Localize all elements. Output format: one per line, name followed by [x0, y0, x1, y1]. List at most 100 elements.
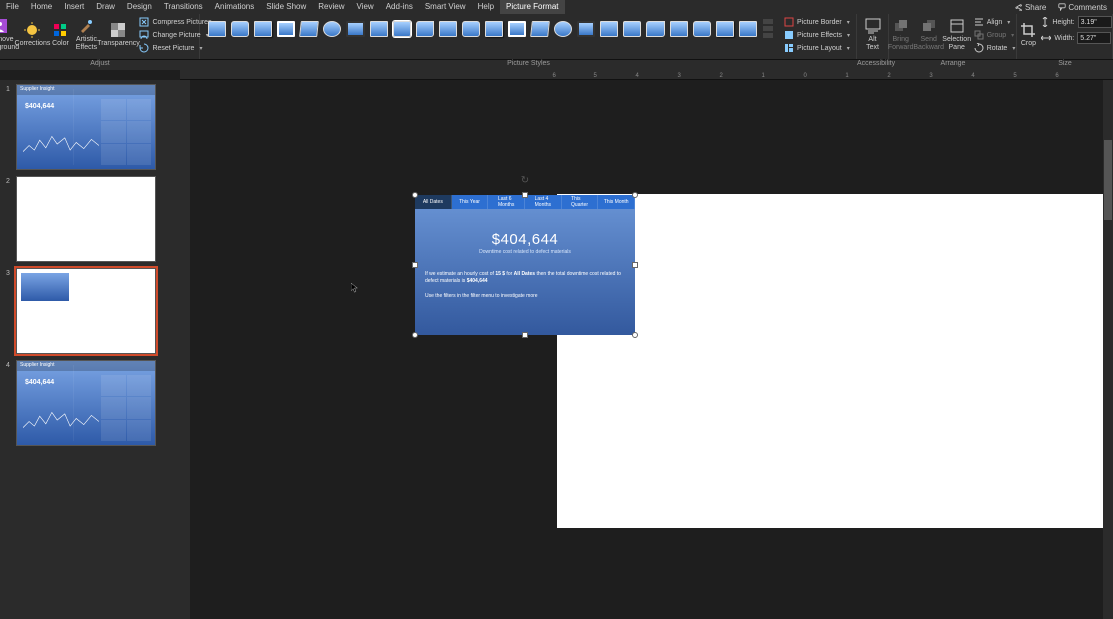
menu-bar: File Home Insert Draw Design Transitions… — [0, 0, 1113, 14]
rotation-handle[interactable]: ↻ — [521, 175, 529, 186]
artistic-label: Artistic Effects — [76, 36, 97, 51]
layout-icon — [784, 43, 794, 53]
comments-button[interactable]: Comments — [1052, 3, 1113, 12]
transparency-icon — [110, 22, 126, 38]
tab-animations[interactable]: Animations — [209, 0, 261, 14]
picture-subtitle: Downtime cost related to defect material… — [415, 249, 635, 255]
crop-button[interactable]: Crop — [1017, 16, 1039, 54]
style-thumb[interactable] — [369, 20, 389, 38]
slide-thumbnail-panel[interactable]: 1 Supplier Insight $404,644 2 3 4 Suppli… — [0, 80, 180, 619]
remove-background-button[interactable]: Remove Background — [0, 16, 15, 54]
slide-thumb-4[interactable]: 4 Supplier Insight $404,644 — [6, 360, 174, 446]
tab-picture-format[interactable]: Picture Format — [500, 0, 564, 14]
share-button[interactable]: Share — [1009, 3, 1052, 12]
resize-handle-se[interactable] — [632, 332, 638, 338]
resize-handle-ne[interactable] — [632, 192, 638, 198]
resize-handle-s[interactable] — [522, 332, 528, 338]
align-label: Align — [987, 19, 1003, 26]
tab-view[interactable]: View — [351, 0, 380, 14]
slide-thumb-2[interactable]: 2 — [6, 176, 174, 262]
style-thumb[interactable] — [230, 20, 250, 38]
style-thumb[interactable] — [207, 20, 227, 38]
style-thumb[interactable] — [276, 20, 296, 38]
tab-slideshow[interactable]: Slide Show — [260, 0, 312, 14]
crop-icon — [1020, 22, 1036, 38]
alt-text-label: Alt Text — [866, 36, 879, 51]
color-button[interactable]: Color — [49, 16, 71, 54]
tab-draw[interactable]: Draw — [90, 0, 121, 14]
style-thumb[interactable] — [576, 20, 596, 38]
slide[interactable] — [557, 194, 1112, 528]
style-thumb[interactable] — [645, 20, 665, 38]
thumb-preview[interactable] — [16, 268, 156, 354]
send-backward-button[interactable]: Send Backward — [916, 16, 942, 54]
artistic-effects-button[interactable]: Artistic Effects — [73, 16, 99, 54]
slide-thumb-1[interactable]: 1 Supplier Insight $404,644 — [6, 84, 174, 170]
picture-bignum: $404,644 — [415, 231, 635, 248]
style-thumb[interactable] — [553, 20, 573, 38]
resize-handle-e[interactable] — [632, 262, 638, 268]
selection-pane-icon — [949, 18, 965, 34]
picture-border-button[interactable]: Picture Border — [782, 16, 852, 28]
picture-effects-label: Picture Effects — [797, 32, 842, 39]
width-input[interactable] — [1077, 32, 1111, 44]
resize-handle-w[interactable] — [412, 262, 418, 268]
selection-pane-button[interactable]: Selection Pane — [944, 16, 970, 54]
tab-transitions[interactable]: Transitions — [158, 0, 209, 14]
style-thumb[interactable] — [345, 20, 365, 38]
style-thumb[interactable] — [715, 20, 735, 38]
alt-text-button[interactable]: Alt Text — [859, 16, 887, 54]
align-button[interactable]: Align — [972, 16, 1018, 28]
selected-picture[interactable]: ↻ All Dates This Year Last 6 Months Last… — [415, 195, 635, 335]
style-thumb[interactable] — [530, 20, 550, 38]
picture-layout-button[interactable]: Picture Layout — [782, 42, 852, 54]
style-thumb[interactable] — [392, 20, 412, 38]
rotate-button[interactable]: Rotate — [972, 42, 1018, 54]
style-thumb[interactable] — [322, 20, 342, 38]
tab-home[interactable]: Home — [25, 0, 58, 14]
style-thumb[interactable] — [253, 20, 273, 38]
adjust-group-label: Adjust — [0, 60, 200, 70]
scrollbar-thumb[interactable] — [1104, 140, 1112, 220]
horizontal-ruler: 6 5 4 3 2 1 0 1 2 3 4 5 6 — [180, 70, 1113, 80]
height-input[interactable] — [1078, 16, 1112, 28]
remove-bg-icon — [0, 18, 8, 34]
transparency-button[interactable]: Transparency — [101, 16, 135, 54]
style-thumb[interactable] — [484, 20, 504, 38]
style-thumb[interactable] — [415, 20, 435, 38]
slide-canvas[interactable]: ↻ All Dates This Year Last 6 Months Last… — [190, 80, 1113, 619]
style-thumb[interactable] — [692, 20, 712, 38]
resize-handle-nw[interactable] — [412, 192, 418, 198]
tab-addins[interactable]: Add-ins — [380, 0, 419, 14]
bring-forward-button[interactable]: Bring Forward — [888, 16, 914, 54]
resize-handle-n[interactable] — [522, 192, 528, 198]
style-thumb[interactable] — [438, 20, 458, 38]
picture-styles-gallery[interactable] — [204, 16, 776, 41]
tab-file[interactable]: File — [0, 0, 25, 14]
slide-thumb-3[interactable]: 3 — [6, 268, 174, 354]
style-thumb[interactable] — [738, 20, 758, 38]
effects-icon — [784, 30, 794, 40]
thumb-preview[interactable]: Supplier Insight $404,644 — [16, 84, 156, 170]
style-thumb[interactable] — [299, 20, 319, 38]
thumb-preview[interactable]: Supplier Insight $404,644 — [16, 360, 156, 446]
thumb-preview[interactable] — [16, 176, 156, 262]
picture-effects-button[interactable]: Picture Effects — [782, 29, 852, 41]
corrections-button[interactable]: Corrections — [17, 16, 47, 54]
resize-handle-sw[interactable] — [412, 332, 418, 338]
tab-review[interactable]: Review — [312, 0, 350, 14]
tab-insert[interactable]: Insert — [58, 0, 90, 14]
vertical-scrollbar[interactable] — [1103, 80, 1113, 619]
tab-help[interactable]: Help — [472, 0, 500, 14]
align-icon — [974, 17, 984, 27]
style-thumb[interactable] — [507, 20, 527, 38]
style-thumb[interactable] — [599, 20, 619, 38]
style-thumb[interactable] — [669, 20, 689, 38]
tab-design[interactable]: Design — [121, 0, 158, 14]
tab-smartview[interactable]: Smart View — [419, 0, 472, 14]
size-group-label: Size — [1017, 60, 1113, 70]
gallery-expand-button[interactable] — [761, 19, 773, 38]
style-thumb[interactable] — [622, 20, 642, 38]
group-button[interactable]: Group — [972, 29, 1018, 41]
style-thumb[interactable] — [461, 20, 481, 38]
